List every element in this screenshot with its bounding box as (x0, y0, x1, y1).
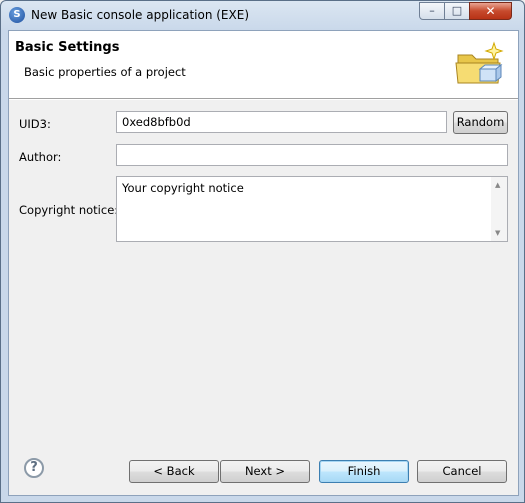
app-icon: S (9, 7, 25, 23)
author-input[interactable] (116, 144, 508, 166)
finish-button[interactable]: Finish (319, 460, 409, 483)
copyright-textarea[interactable]: Your copyright notice ▲ ▼ (116, 176, 508, 242)
uid3-input[interactable] (116, 111, 447, 133)
random-button[interactable]: Random (453, 111, 508, 134)
scroll-up-icon[interactable]: ▲ (495, 181, 500, 189)
title-bar[interactable]: S New Basic console application (EXE) – … (1, 1, 524, 29)
window-title: New Basic console application (EXE) (31, 8, 249, 22)
help-icon[interactable]: ? (24, 458, 44, 478)
page-title: Basic Settings (15, 40, 120, 55)
next-button[interactable]: Next > (220, 460, 310, 483)
author-label: Author: (19, 150, 62, 164)
new-project-folder-icon (455, 41, 504, 84)
maximize-button[interactable]: □ (444, 2, 470, 20)
scroll-down-icon[interactable]: ▼ (495, 229, 500, 237)
wizard-banner: Basic Settings Basic properties of a pro… (9, 31, 518, 99)
copyright-label: Copyright notice: (19, 203, 119, 217)
back-button[interactable]: < Back (129, 460, 219, 483)
copyright-scrollbar[interactable]: ▲ ▼ (491, 177, 507, 241)
cancel-button[interactable]: Cancel (417, 460, 507, 483)
minimize-button[interactable]: – (419, 2, 445, 20)
dialog-client-area: Basic Settings Basic properties of a pro… (8, 30, 519, 496)
uid3-label: UID3: (19, 117, 51, 131)
banner-separator (9, 99, 518, 100)
page-description: Basic properties of a project (24, 65, 186, 79)
close-button[interactable]: ✕ (469, 2, 512, 20)
copyright-text: Your copyright notice (122, 181, 244, 195)
dialog-window: S New Basic console application (EXE) – … (0, 0, 525, 503)
